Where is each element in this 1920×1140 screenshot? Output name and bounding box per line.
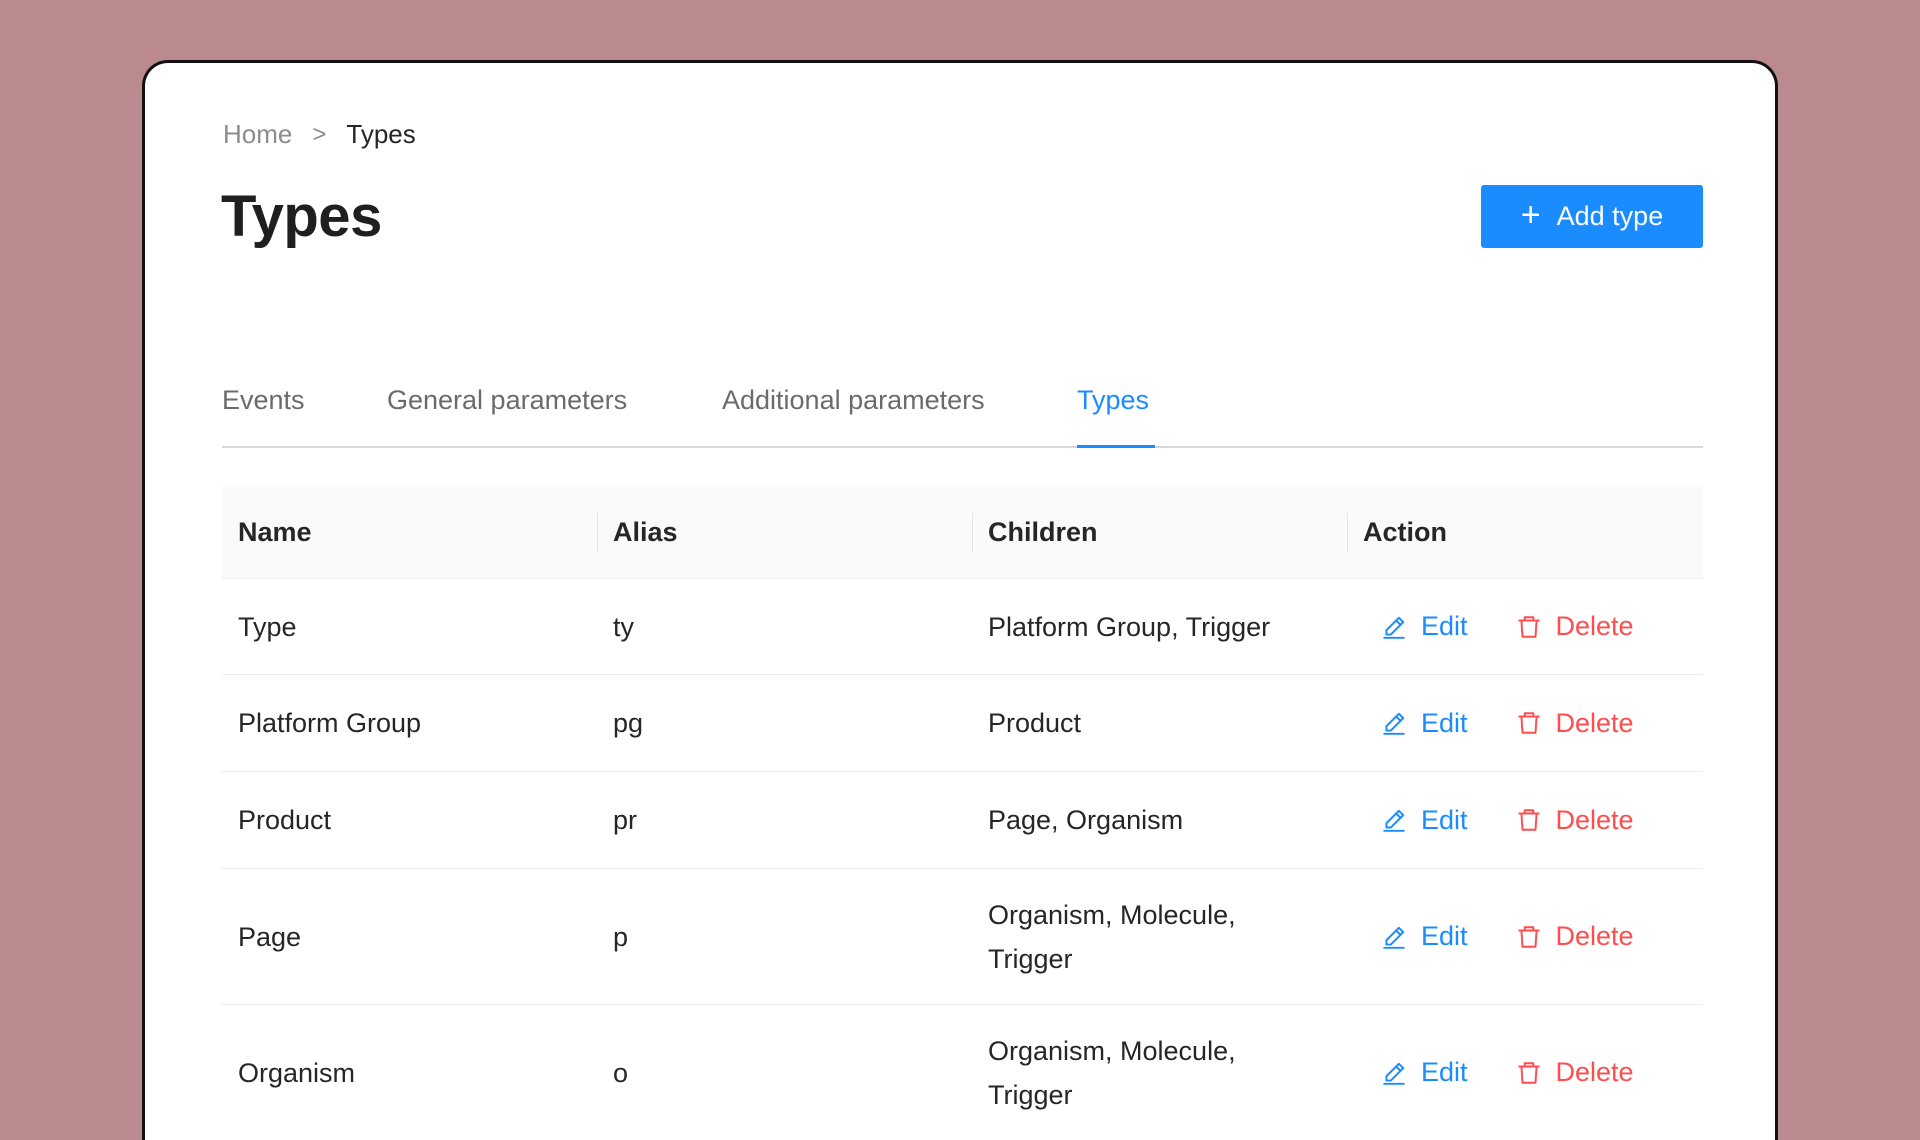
edit-label: Edit	[1421, 611, 1468, 641]
pencil-icon	[1381, 807, 1407, 833]
cell-name: Organism	[238, 1057, 356, 1088]
cell-children: Platform Group, Trigger	[972, 605, 1347, 649]
cell-alias: pg	[613, 708, 644, 738]
edit-label: Edit	[1421, 1057, 1468, 1087]
breadcrumb-separator: >	[312, 120, 327, 148]
types-table: Name Alias Children Action Type ty Platfor…	[222, 487, 1703, 1140]
column-header-alias: Alias	[597, 487, 972, 578]
pencil-icon	[1381, 924, 1407, 950]
trash-icon	[1516, 1060, 1542, 1086]
delete-label: Delete	[1555, 611, 1634, 641]
delete-button[interactable]: Delete	[1516, 921, 1634, 952]
cell-actions: Edit Delete	[1347, 805, 1703, 836]
trash-icon	[1516, 924, 1542, 950]
trash-icon	[1516, 614, 1542, 640]
cell-actions: Edit Delete	[1347, 611, 1703, 642]
edit-button[interactable]: Edit	[1381, 708, 1468, 739]
breadcrumb: Home > Types	[223, 119, 416, 150]
cell-children: Product	[972, 701, 1347, 745]
add-type-button[interactable]: + Add type	[1481, 185, 1703, 248]
active-tab-indicator	[1077, 445, 1155, 448]
edit-button[interactable]: Edit	[1381, 805, 1468, 836]
page-title: Types	[221, 184, 382, 249]
cell-alias: o	[613, 1057, 629, 1088]
cell-alias: p	[613, 921, 629, 952]
cell-name: Page	[238, 921, 302, 952]
cell-children: Organism, Molecule, Trigger	[972, 1029, 1347, 1117]
table-header: Name Alias Children Action	[222, 487, 1703, 579]
delete-label: Delete	[1555, 921, 1634, 951]
delete-label: Delete	[1555, 1057, 1634, 1087]
app-window: Home > Types Types + Add type Events Gen…	[142, 60, 1778, 1140]
cell-alias: pr	[613, 805, 638, 835]
children-line: Platform Group, Trigger	[988, 611, 1271, 642]
delete-button[interactable]: Delete	[1516, 1057, 1634, 1088]
cell-children: Organism, Molecule, Trigger	[972, 893, 1347, 981]
column-header-action: Action	[1347, 487, 1703, 578]
cell-actions: Edit Delete	[1347, 921, 1703, 952]
pencil-icon	[1381, 710, 1407, 736]
add-type-label: Add type	[1556, 201, 1664, 231]
children-line: Trigger	[988, 1079, 1073, 1110]
delete-button[interactable]: Delete	[1516, 805, 1634, 836]
cell-actions: Edit Delete	[1347, 708, 1703, 739]
table-body: Type ty Platform Group, Trigger Edit Delete P…	[222, 579, 1703, 1140]
edit-label: Edit	[1421, 707, 1468, 738]
tab-general-parameters[interactable]: General parameters	[387, 385, 627, 416]
delete-button[interactable]: Delete	[1516, 708, 1634, 739]
edit-button[interactable]: Edit	[1381, 1057, 1468, 1088]
table-row: Page p Organism, Molecule, Trigger Edit Delet…	[222, 869, 1703, 1005]
children-line: Page, Organism	[988, 805, 1184, 835]
children-line: Organism, Molecule,	[988, 899, 1236, 930]
cell-alias: ty	[613, 611, 635, 642]
delete-label: Delete	[1555, 804, 1634, 835]
pencil-icon	[1381, 1060, 1407, 1086]
trash-icon	[1516, 710, 1542, 736]
tab-additional-parameters[interactable]: Additional parameters	[722, 385, 985, 416]
column-header-name: Name	[238, 517, 312, 547]
tab-bar: Events General parameters Additional par…	[222, 363, 1703, 448]
table-row: Product pr Page, Organism Edit Delete	[222, 772, 1703, 869]
table-row: Platform Group pg Product Edit Delete	[222, 675, 1703, 772]
table-row: Organism o Organism, Molecule, Trigger Edit D…	[222, 1005, 1703, 1140]
edit-button[interactable]: Edit	[1381, 611, 1468, 642]
column-header-children: Children	[972, 487, 1347, 578]
pencil-icon	[1381, 614, 1407, 640]
edit-label: Edit	[1421, 921, 1468, 951]
cell-name: Platform Group	[238, 708, 422, 738]
cell-name: Product	[238, 805, 332, 835]
edit-label: Edit	[1421, 804, 1468, 835]
delete-label: Delete	[1555, 707, 1634, 738]
trash-icon	[1516, 807, 1542, 833]
table-row: Type ty Platform Group, Trigger Edit Delete	[222, 579, 1703, 675]
tab-events[interactable]: Events	[222, 385, 305, 416]
cell-children: Page, Organism	[972, 798, 1347, 842]
breadcrumb-home[interactable]: Home	[223, 119, 292, 150]
delete-button[interactable]: Delete	[1516, 611, 1634, 642]
plus-icon: +	[1520, 196, 1541, 234]
breadcrumb-current: Types	[346, 119, 416, 149]
children-line: Trigger	[988, 943, 1073, 974]
cell-actions: Edit Delete	[1347, 1057, 1703, 1088]
tab-types[interactable]: Types	[1077, 385, 1149, 416]
cell-name: Type	[238, 611, 297, 642]
edit-button[interactable]: Edit	[1381, 921, 1468, 952]
children-line: Organism, Molecule,	[988, 1035, 1236, 1066]
children-line: Product	[988, 708, 1082, 738]
